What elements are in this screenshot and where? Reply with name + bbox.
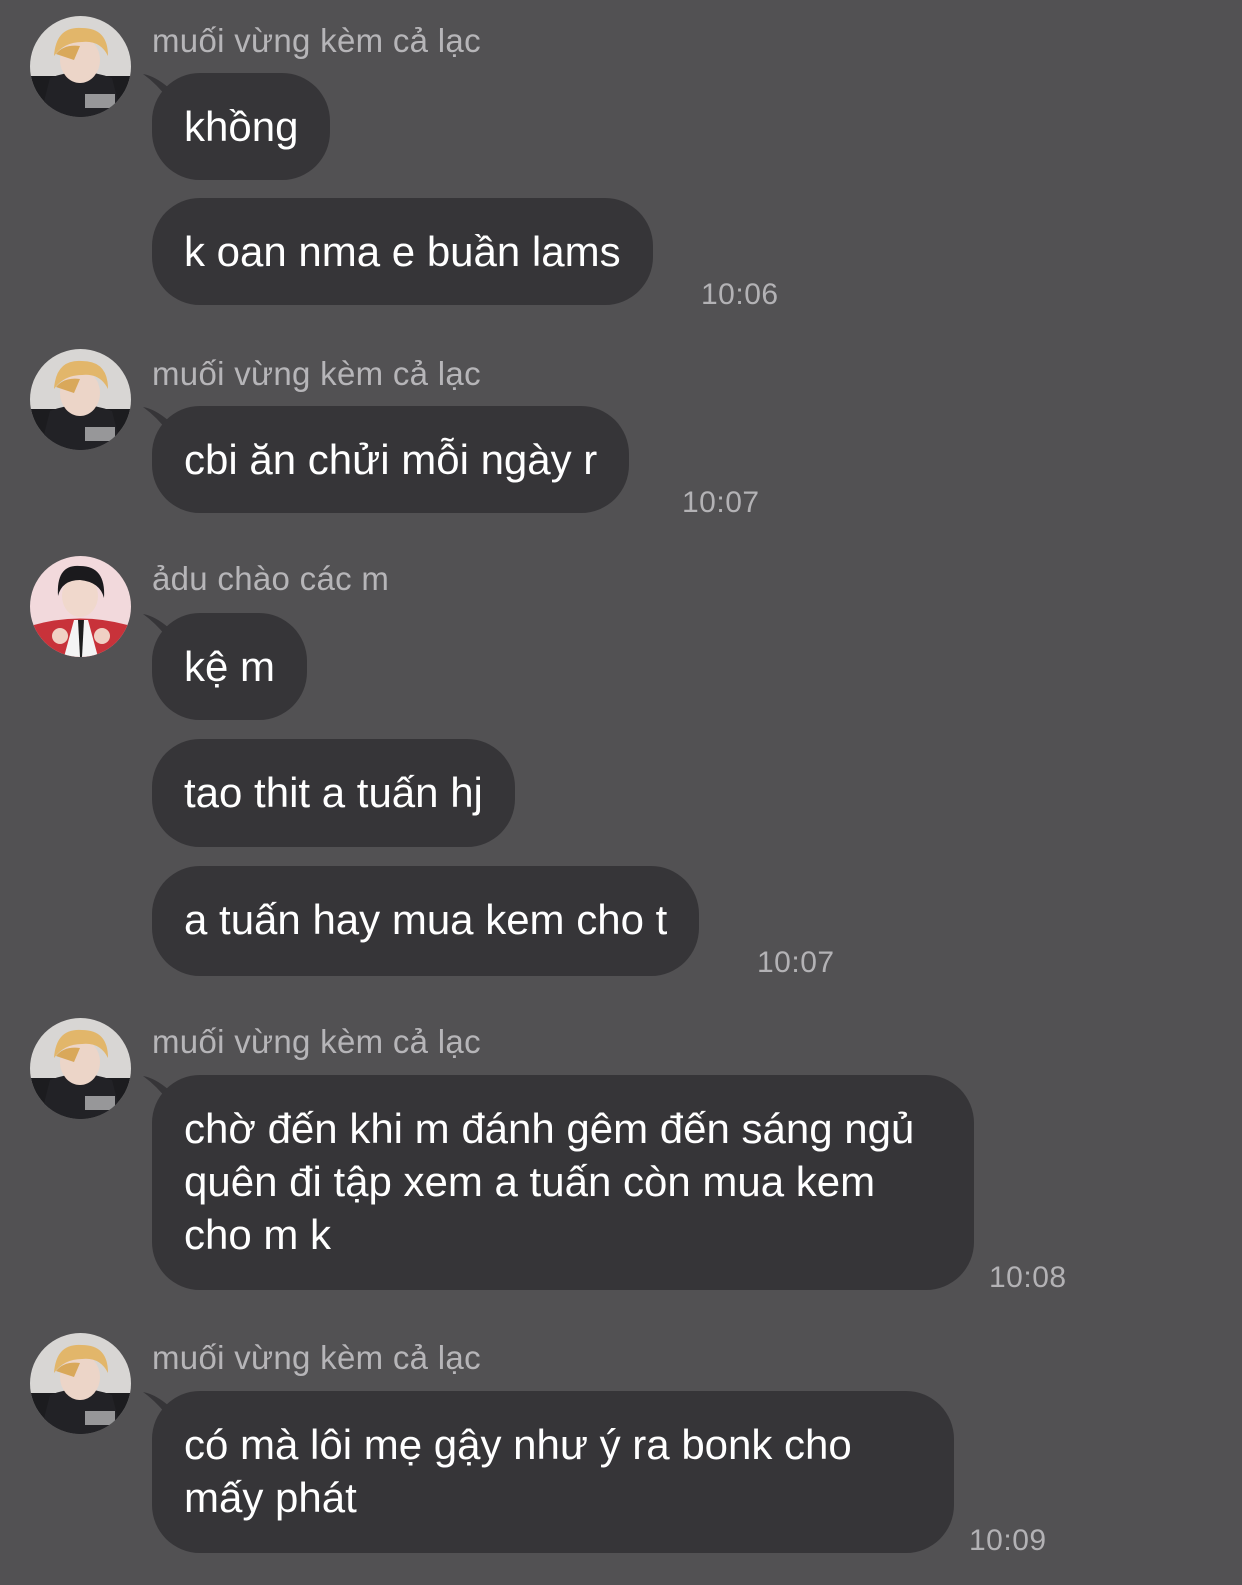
message-timestamp: 10:07	[757, 946, 835, 979]
user-avatar[interactable]	[30, 1333, 131, 1434]
message-timestamp: 10:06	[701, 278, 779, 311]
message-bubble[interactable]: kệ m	[152, 613, 308, 720]
message-text: có mà lôi mẹ gậy như ý ra bonk cho mấy p…	[184, 1421, 852, 1521]
message-bubble[interactable]: cbi ăn chửi mỗi ngày r	[152, 406, 630, 513]
sender-name: muối vừng kèm cả lạc	[152, 355, 481, 392]
user-avatar[interactable]	[30, 1018, 131, 1119]
message-timestamp: 10:07	[682, 486, 760, 519]
message-bubble[interactable]: có mà lôi mẹ gậy như ý ra bonk cho mấy p…	[152, 1391, 954, 1553]
message-bubble[interactable]: tao thit a tuấn hj	[152, 739, 515, 847]
sender-name: muối vừng kèm cả lạc	[152, 22, 481, 59]
chat-thread[interactable]: muối vừng kèm cả lạc khồng k oan nma e b…	[0, 0, 1242, 1585]
sender-name: muối vừng kèm cả lạc	[152, 1023, 481, 1060]
message-bubble[interactable]: khồng	[152, 73, 331, 180]
sender-name: muối vừng kèm cả lạc	[152, 1339, 481, 1376]
sender-name: ảdu chào các m	[152, 560, 390, 597]
message-timestamp: 10:09	[969, 1524, 1047, 1557]
message-text: chờ đến khi m đánh gêm đến sáng ngủ quên…	[184, 1105, 915, 1258]
message-timestamp: 10:08	[989, 1261, 1067, 1294]
user-avatar[interactable]	[30, 349, 131, 450]
user-avatar[interactable]	[30, 556, 131, 657]
message-bubble[interactable]: a tuấn hay mua kem cho t	[152, 866, 700, 976]
message-bubble[interactable]: chờ đến khi m đánh gêm đến sáng ngủ quên…	[152, 1075, 974, 1290]
message-bubble[interactable]: k oan nma e buần lams	[152, 198, 653, 305]
user-avatar[interactable]	[30, 16, 131, 117]
